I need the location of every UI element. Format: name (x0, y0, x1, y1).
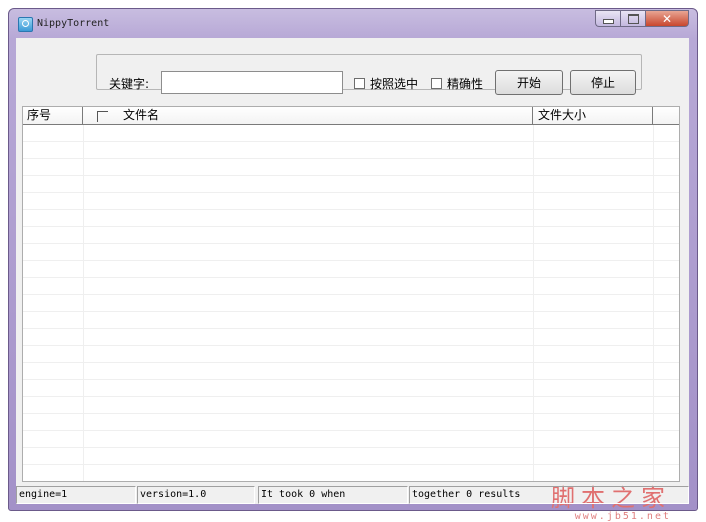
select-all-checkbox[interactable] (97, 111, 108, 122)
start-button[interactable]: 开始 (495, 70, 563, 95)
minimize-icon (602, 19, 614, 24)
select-checkbox-label: 按照选中 (370, 77, 419, 91)
status-bar: engine=1 version=1.0 It took 0 when toge… (16, 486, 689, 504)
status-took: It took 0 when (258, 486, 408, 504)
keyword-label: 关键字: (109, 77, 150, 91)
list-header: 序号 文件名 文件大小 (23, 107, 679, 125)
column-header-size[interactable]: 文件大小 (533, 107, 653, 124)
select-checkbox[interactable] (354, 78, 365, 89)
column-divider (83, 125, 84, 481)
maximize-button[interactable] (620, 10, 645, 27)
close-icon: ✕ (661, 11, 673, 26)
status-version: version=1.0 (137, 486, 255, 504)
keyword-input[interactable] (161, 71, 343, 94)
accuracy-checkbox-label: 精确性 (447, 77, 484, 91)
window-controls: ✕ (595, 10, 689, 27)
column-header-name-label: 文件名 (123, 108, 160, 122)
results-list[interactable]: 序号 文件名 文件大小 (22, 106, 680, 482)
maximize-icon (627, 13, 639, 24)
column-header-name[interactable]: 文件名 (83, 107, 533, 124)
column-divider (653, 125, 654, 481)
list-rows (23, 125, 679, 481)
app-window: NippyTorrent ✕ 关键字: 按照选中 精确性 开始 停止 序号 文件… (8, 8, 698, 522)
column-header-no[interactable]: 序号 (23, 107, 83, 124)
title-bar[interactable]: NippyTorrent ✕ (9, 9, 697, 39)
status-engine: engine=1 (16, 486, 136, 504)
accuracy-checkbox[interactable] (431, 78, 442, 89)
close-button[interactable]: ✕ (645, 10, 689, 27)
search-icon (18, 17, 33, 32)
status-results: together 0 results (409, 486, 689, 504)
column-divider (533, 125, 534, 481)
window-title: NippyTorrent (37, 18, 110, 29)
client-area: 关键字: 按照选中 精确性 开始 停止 序号 文件名 文件大小 脚本之家 www (16, 38, 689, 522)
stop-button[interactable]: 停止 (570, 70, 636, 95)
minimize-button[interactable] (595, 10, 620, 27)
